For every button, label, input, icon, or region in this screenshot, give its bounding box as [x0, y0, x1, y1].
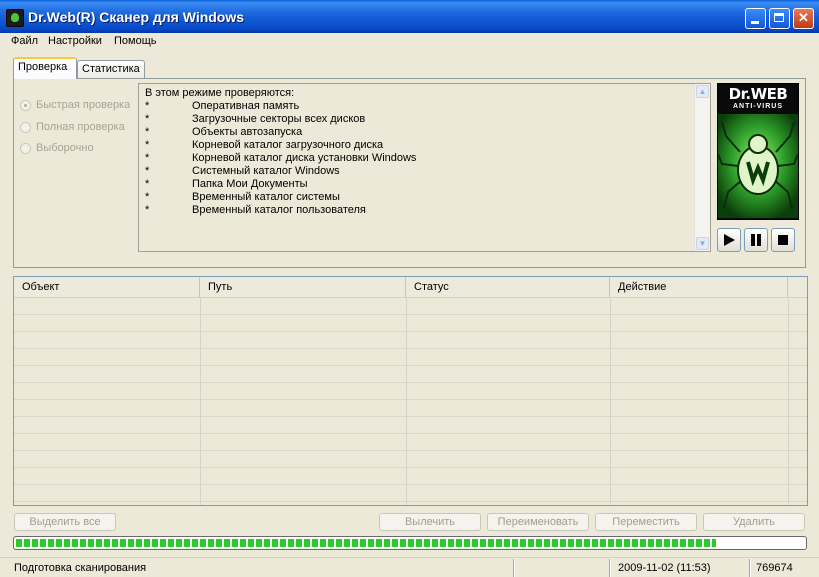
close-icon: ✕ [798, 10, 809, 25]
description-heading: В этом режиме проверяются: [145, 87, 295, 99]
description-bullet: * [145, 126, 150, 138]
scan-description-box[interactable]: В этом режиме проверяются: * Оперативная … [138, 83, 711, 252]
column-header-path[interactable]: Путь [200, 277, 406, 297]
select-all-button[interactable]: Выделить все [14, 513, 116, 531]
status-divider [513, 559, 515, 577]
description-item: Временный каталог системы [192, 191, 340, 203]
column-header-status[interactable]: Статус [406, 277, 610, 297]
play-icon [724, 234, 735, 246]
start-scan-button[interactable] [717, 228, 741, 252]
status-count: 769674 [756, 562, 793, 574]
pause-scan-button[interactable] [744, 228, 768, 252]
description-item: Системный каталог Windows [192, 165, 340, 177]
spider-logo-icon [718, 114, 798, 218]
radio-label: Быстрая проверка [36, 99, 131, 111]
description-bullet: * [145, 113, 150, 125]
column-header-action[interactable]: Действие [610, 277, 788, 297]
progress-fill [16, 539, 716, 547]
radio-label: Полная проверка [36, 121, 125, 133]
description-item: Загрузочные секторы всех дисков [192, 113, 366, 125]
scan-progress-bar [13, 536, 807, 550]
table-header: Объект Путь Статус Действие [14, 277, 807, 298]
status-text: Подготовка сканирования [14, 562, 147, 574]
maximize-button[interactable] [769, 8, 790, 29]
radio-dot [20, 100, 31, 111]
column-header-object[interactable]: Объект [14, 277, 200, 297]
maximize-icon [774, 13, 784, 22]
menu-bar: Файл Настройки Помощь [0, 33, 819, 52]
results-table[interactable]: Объект Путь Статус Действие [13, 276, 808, 506]
menu-help[interactable]: Помощь [114, 35, 157, 47]
app-icon[interactable] [6, 9, 24, 27]
tab-scan[interactable]: Проверка [13, 57, 77, 79]
minimize-button[interactable] [745, 8, 766, 29]
description-bullet: * [145, 139, 150, 151]
status-datetime: 2009-11-02 (11:53) [618, 562, 711, 574]
description-bullet: * [145, 100, 150, 112]
scroll-down-icon[interactable]: ▼ [696, 237, 709, 250]
stop-scan-button[interactable] [771, 228, 795, 252]
tab-statistics[interactable]: Статистика [77, 60, 145, 78]
description-bullet: * [145, 178, 150, 190]
window-title: Dr.Web(R) Сканер для Windows [28, 9, 245, 25]
column-divider [200, 298, 201, 505]
scanner-window: Dr.Web(R) Сканер для Windows ✕ Файл Наст… [0, 0, 819, 577]
column-divider [406, 298, 407, 505]
column-divider [788, 298, 789, 505]
description-bullet: * [145, 152, 150, 164]
description-bullet: * [145, 204, 150, 216]
status-divider [609, 559, 611, 577]
description-bullet: * [145, 191, 150, 203]
minimize-icon [751, 21, 759, 24]
radio-label: Выборочно [36, 142, 94, 154]
status-bar: Подготовка сканирования 2009-11-02 (11:5… [0, 557, 819, 577]
description-bullet: * [145, 165, 150, 177]
radio-dot [20, 143, 31, 154]
title-bar[interactable]: Dr.Web(R) Сканер для Windows ✕ [0, 0, 819, 33]
radio-dot [20, 122, 31, 133]
rename-button[interactable]: Переименовать [487, 513, 589, 531]
pause-icon [751, 234, 761, 246]
description-item: Корневой каталог диска установки Windows [192, 152, 417, 164]
menu-file[interactable]: Файл [11, 35, 38, 47]
table-body[interactable] [14, 298, 807, 505]
move-button[interactable]: Переместить [595, 513, 697, 531]
menu-settings[interactable]: Настройки [48, 35, 102, 47]
delete-button[interactable]: Удалить [703, 513, 805, 531]
description-item: Объекты автозапуска [192, 126, 303, 138]
description-item: Временный каталог пользователя [192, 204, 366, 216]
stop-icon [778, 235, 788, 245]
description-scrollbar[interactable]: ▲ ▼ [694, 84, 710, 251]
cure-button[interactable]: Вылечить [379, 513, 481, 531]
logo-subtitle: ANTI-VIRUS [732, 103, 784, 110]
status-divider [749, 559, 751, 577]
description-item: Корневой каталог загрузочного диска [192, 139, 384, 151]
close-button[interactable]: ✕ [793, 8, 814, 29]
column-divider [610, 298, 611, 505]
scroll-up-icon[interactable]: ▲ [696, 85, 709, 98]
description-item: Папка Мои Документы [192, 178, 308, 190]
logo-title: Dr.WEB [728, 85, 788, 103]
description-item: Оперативная память [192, 100, 300, 112]
drweb-logo: Dr.WEB ANTI-VIRUS [717, 83, 799, 220]
